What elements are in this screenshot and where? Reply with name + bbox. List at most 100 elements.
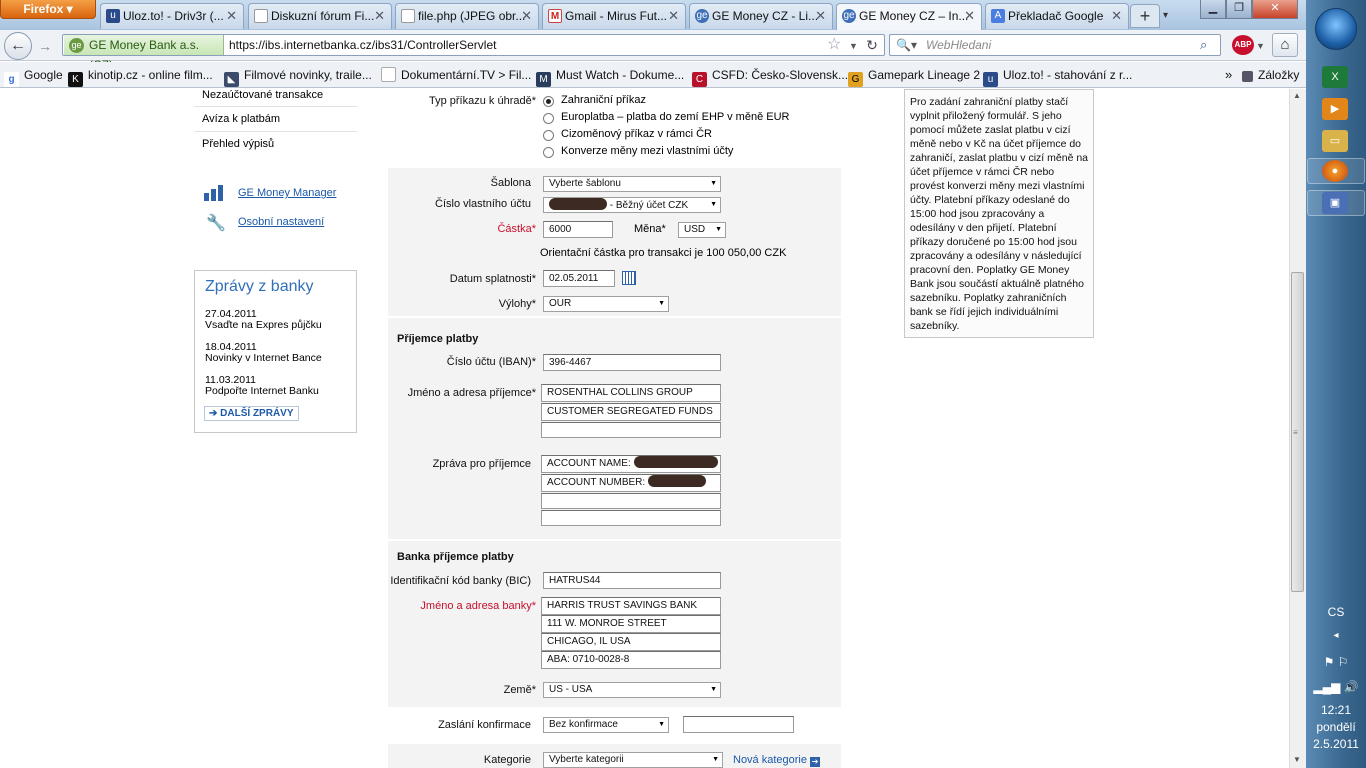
message-line-3[interactable] bbox=[541, 493, 721, 509]
bank-name-line-3[interactable]: CHICAGO, IL USA bbox=[541, 633, 721, 651]
clock-time[interactable]: 12:21 bbox=[1306, 703, 1366, 717]
tab-diskuzni-forum[interactable]: Diskuzní fórum Fi... ✕ bbox=[248, 3, 392, 29]
country-select[interactable]: US - USA bbox=[543, 682, 721, 698]
amount-input[interactable]: 6000 bbox=[543, 221, 613, 238]
close-tab-icon[interactable]: ✕ bbox=[521, 4, 532, 28]
close-tab-icon[interactable]: ✕ bbox=[374, 4, 385, 28]
sidebar-link-nezauctovane[interactable]: Nezaúčtované transakce bbox=[202, 89, 323, 101]
save-disk-icon[interactable]: ▣ bbox=[1322, 192, 1348, 214]
scroll-up-icon[interactable]: ▲ bbox=[1293, 91, 1301, 100]
recipient-name-line-2[interactable]: CUSTOMER SEGREGATED FUNDS bbox=[541, 403, 721, 421]
radio-konverze[interactable] bbox=[543, 147, 554, 158]
message-line-4[interactable] bbox=[541, 510, 721, 526]
adblock-plus-icon[interactable]: ABP bbox=[1232, 35, 1254, 55]
back-button[interactable]: ← bbox=[4, 32, 32, 60]
bic-input[interactable]: HATRUS44 bbox=[543, 572, 721, 589]
bookmarks-menu[interactable]: Záložky bbox=[1242, 62, 1299, 88]
window-close-icon[interactable]: ✕ bbox=[1252, 0, 1298, 19]
bookmarks-menu-label: Záložky bbox=[1258, 68, 1300, 82]
bank-name-line-4[interactable]: ABA: 0710-0028-8 bbox=[541, 651, 721, 669]
ulozto-icon: u bbox=[983, 72, 998, 87]
iban-input[interactable]: 396-4467 bbox=[543, 354, 721, 371]
list-tabs-icon[interactable]: ▾ bbox=[1163, 6, 1179, 26]
windows-start-icon[interactable] bbox=[1315, 8, 1357, 50]
bookmark-gamepark[interactable]: G Gamepark Lineage 2 bbox=[848, 62, 980, 88]
clock-date[interactable]: 2.5.2011 bbox=[1306, 737, 1366, 751]
close-tab-icon[interactable]: ✕ bbox=[964, 4, 975, 28]
confirmation-select[interactable]: Bez konfirmace bbox=[543, 717, 669, 733]
radio-cizomenovy[interactable] bbox=[543, 130, 554, 141]
ge-money-manager-link[interactable]: GE Money Manager bbox=[238, 187, 336, 199]
news-item[interactable]: Novinky v Internet Bance bbox=[205, 352, 322, 364]
radio-zahranicni-prikaz[interactable] bbox=[543, 96, 554, 107]
maximize-icon[interactable]: ❐ bbox=[1226, 0, 1252, 19]
confirmation-contact-input[interactable] bbox=[683, 716, 794, 733]
search-input[interactable]: WebHledani bbox=[926, 35, 991, 55]
bookmark-kinotip[interactable]: Kkinotip.cz - online film... bbox=[68, 62, 213, 88]
close-tab-icon[interactable]: ✕ bbox=[815, 4, 826, 28]
bookmark-filmove-novinky[interactable]: ◣ Filmové novinky, traile... bbox=[224, 62, 372, 88]
search-engine-icon[interactable]: 🔍▾ bbox=[896, 36, 917, 54]
news-item[interactable]: Vsaďte na Expres půjčku bbox=[205, 319, 322, 331]
calendar-icon[interactable] bbox=[622, 271, 636, 285]
firefox-menu-button[interactable]: Firefox ▾ bbox=[0, 0, 96, 19]
show-hidden-icons-icon[interactable]: ◂ bbox=[1306, 630, 1366, 641]
recipient-name-line-1[interactable]: ROSENTHAL COLLINS GROUP bbox=[541, 384, 721, 402]
bank-name-line-2[interactable]: 111 W. MONROE STREET bbox=[541, 615, 721, 633]
osobni-nastaveni-link[interactable]: Osobní nastavení bbox=[238, 216, 324, 228]
scroll-down-icon[interactable]: ▼ bbox=[1293, 755, 1301, 764]
home-button[interactable]: ⌂ bbox=[1272, 33, 1298, 57]
bookmark-google[interactable]: g Google bbox=[4, 62, 63, 88]
close-tab-icon[interactable]: ✕ bbox=[1111, 4, 1122, 28]
minimize-icon[interactable]: ▁ bbox=[1200, 0, 1226, 19]
tab-file-php[interactable]: file.php (JPEG obr... ✕ bbox=[395, 3, 539, 29]
message-line-2[interactable]: ACCOUNT NUMBER: bbox=[541, 474, 721, 492]
adblock-dropdown-icon[interactable]: ▼ bbox=[1256, 36, 1265, 56]
tray-action-center-icon[interactable]: ⚑ ⚐ bbox=[1306, 655, 1366, 669]
network-signal-icon[interactable]: ▂▄▆ 🔊 bbox=[1306, 680, 1366, 694]
search-go-icon[interactable]: ⌕ bbox=[1200, 35, 1207, 55]
due-date-input[interactable]: 02.05.2011 bbox=[543, 270, 615, 287]
new-tab-button[interactable]: + bbox=[1130, 4, 1160, 28]
sidebar-link-aviza[interactable]: Avíza k platbám bbox=[202, 113, 280, 125]
bookmarks-overflow-icon[interactable]: » bbox=[1225, 62, 1232, 88]
radio-europlatba[interactable] bbox=[543, 113, 554, 124]
bank-name-line-1[interactable]: HARRIS TRUST SAVINGS BANK bbox=[541, 597, 721, 615]
tab-ulozto[interactable]: u Uloz.to! - Driv3r (... ✕ bbox=[100, 3, 244, 29]
recipient-name-line-3[interactable] bbox=[541, 422, 721, 438]
firefox-icon[interactable]: ● bbox=[1322, 160, 1348, 182]
tab-title: Uloz.to! - Driv3r (... bbox=[123, 9, 224, 23]
own-account-select[interactable]: - Běžný účet CZK bbox=[543, 197, 721, 213]
bookmark-dokumentarni-tv[interactable]: Dokumentární.TV > Fil... bbox=[381, 62, 531, 88]
excel-icon[interactable]: X bbox=[1322, 66, 1348, 88]
new-category-link[interactable]: Nová kategorie ➔ bbox=[733, 754, 821, 767]
fees-select[interactable]: OUR bbox=[543, 296, 669, 312]
bookmark-star-icon[interactable]: ☆ bbox=[827, 35, 841, 55]
explorer-folder-icon[interactable]: ▭ bbox=[1322, 130, 1348, 152]
more-news-button[interactable]: ➔ DALŠÍ ZPRÁVY bbox=[204, 406, 299, 421]
bookmark-csfd[interactable]: C CSFD: Česko-Slovensk... bbox=[692, 62, 848, 88]
reload-icon[interactable]: ↻ bbox=[861, 35, 883, 55]
tab-ge-money-in-active[interactable]: ge GE Money CZ – In... ✕ bbox=[836, 3, 982, 30]
bookmark-ulozto[interactable]: u Uloz.to! - stahování z r... bbox=[983, 62, 1132, 88]
tab-gmail[interactable]: M Gmail - Mirus Fut... ✕ bbox=[542, 3, 686, 29]
message-line-1[interactable]: ACCOUNT NAME: bbox=[541, 455, 721, 473]
tab-prekladac-google[interactable]: A Překladač Google ✕ bbox=[985, 3, 1129, 29]
tab-ge-money-li[interactable]: ge GE Money CZ - Li... ✕ bbox=[689, 3, 833, 29]
clock-day[interactable]: pondělí bbox=[1306, 720, 1366, 734]
forward-button[interactable]: → bbox=[34, 36, 56, 56]
media-player-icon[interactable]: ▶ bbox=[1322, 98, 1348, 120]
url-history-dropdown-icon[interactable]: ▼ bbox=[849, 36, 858, 56]
news-item[interactable]: Podpořte Internet Banku bbox=[205, 385, 319, 397]
site-identity-badge[interactable]: GE Money Bank a.s. (CZ) bbox=[64, 35, 224, 72]
url-text[interactable]: https://ibs.internetbanka.cz/ibs31/Contr… bbox=[229, 35, 496, 55]
close-tab-icon[interactable]: ✕ bbox=[226, 4, 237, 28]
language-indicator[interactable]: CS bbox=[1306, 605, 1366, 619]
close-tab-icon[interactable]: ✕ bbox=[668, 4, 679, 28]
bookmark-must-watch[interactable]: M Must Watch - Dokume... bbox=[536, 62, 684, 88]
ulozto-favicon-icon: u bbox=[106, 9, 120, 23]
currency-select[interactable]: USD bbox=[678, 222, 726, 238]
sidebar-link-prehled-vypisu[interactable]: Přehled výpisů bbox=[202, 138, 274, 150]
template-select[interactable]: Vyberte šablonu bbox=[543, 176, 721, 192]
category-select[interactable]: Vyberte kategorii bbox=[543, 752, 723, 768]
